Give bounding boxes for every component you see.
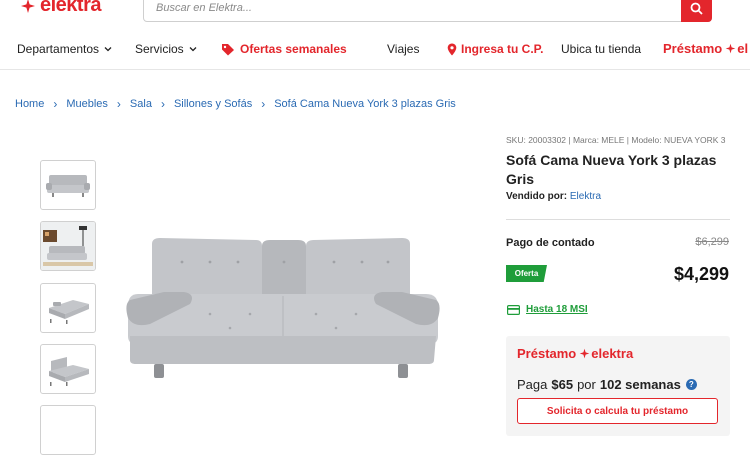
breadcrumb-product[interactable]: Sofá Cama Nueva York 3 plazas Gris: [274, 98, 456, 110]
credit-card-icon: [507, 304, 520, 315]
loan-brand: Préstamo elektra: [517, 346, 633, 361]
breadcrumb: Home › Muebles › Sala › Sillones y Sofás…: [15, 97, 456, 111]
sold-by: Vendido por: Elektra: [506, 191, 601, 202]
thumbnail-3[interactable]: [40, 283, 96, 333]
sofa-bed-thumbnail-image: [49, 300, 89, 324]
thumbnail-5[interactable]: [40, 405, 96, 455]
seller-link[interactable]: Elektra: [570, 191, 601, 202]
elektra-logo-icon: [725, 43, 736, 54]
thumbnail-4[interactable]: [40, 344, 96, 394]
breadcrumb-muebles[interactable]: Muebles: [66, 98, 108, 110]
sofa-room-thumbnail-image: [41, 222, 95, 270]
nav-viajes-label: Viajes: [387, 42, 420, 56]
nav-prestamo-brand: el: [737, 41, 749, 56]
product-title: Sofá Cama Nueva York 3 plazas Gris: [506, 152, 717, 187]
elektra-logo-icon: [579, 348, 590, 359]
search-input[interactable]: [144, 0, 664, 21]
thumbnail-1[interactable]: [40, 160, 96, 210]
breadcrumb-separator-icon: ›: [53, 97, 58, 111]
chevron-down-icon: [189, 47, 197, 52]
old-price: $6,299: [695, 236, 729, 248]
sofa-side-thumbnail-image: [49, 357, 89, 386]
loan-pay-label: Paga: [517, 377, 548, 392]
msi-link[interactable]: Hasta 18 MSI: [507, 304, 588, 315]
nav-ofertas-label: Ofertas semanales: [240, 42, 347, 56]
product-main-image: [126, 238, 440, 378]
loan-per-label: por: [577, 377, 596, 392]
location-pin-icon: [447, 43, 457, 55]
loan-brand-prefix: Préstamo: [517, 346, 577, 361]
loan-pay-amount: $65: [551, 377, 574, 392]
breadcrumb-sillones[interactable]: Sillones y Sofás: [174, 98, 252, 110]
elektra-logo[interactable]: elektra: [20, 0, 102, 17]
breadcrumb-home[interactable]: Home: [15, 98, 44, 110]
loan-panel: Préstamo elektra Paga $65 por 102 semana…: [506, 336, 730, 436]
payment-label: Pago de contado: [506, 237, 595, 249]
nav-servicios[interactable]: Servicios: [135, 42, 197, 56]
current-price: $4,299: [673, 264, 729, 284]
offer-badge: Oferta: [506, 265, 547, 282]
search-icon: [690, 2, 703, 15]
breadcrumb-sala[interactable]: Sala: [130, 98, 152, 110]
tag-icon: [222, 43, 234, 55]
nav-store-locator[interactable]: Ubica tu tienda: [561, 42, 641, 56]
search-box: [143, 0, 712, 22]
nav-viajes[interactable]: Viajes: [387, 42, 419, 56]
nav-departamentos-label: Departamentos: [17, 42, 100, 56]
nav-departamentos[interactable]: Departamentos: [17, 42, 112, 56]
msi-link-label: Hasta 18 MSI: [526, 304, 588, 315]
logo-text: elektra: [40, 0, 102, 16]
product-sku-line: SKU: 20003302 | Marca: MELE | Modelo: NU…: [506, 135, 726, 145]
loan-summary: Paga $65 por 102 semanas ?: [517, 377, 697, 392]
sofa-thumbnail-image: [46, 175, 90, 197]
top-bar: elektra: [0, 0, 750, 26]
nav-postal-code-label: Ingresa tu C.P.: [461, 42, 544, 56]
nav-prestamo-label: Préstamo: [663, 41, 723, 56]
chevron-down-icon: [104, 47, 112, 52]
nav-ofertas[interactable]: Ofertas semanales: [221, 42, 347, 56]
divider: [506, 219, 730, 220]
elektra-logo-icon: [21, 0, 35, 13]
breadcrumb-separator-icon: ›: [160, 97, 165, 111]
search-button[interactable]: [681, 0, 712, 22]
nav-prestamo[interactable]: Préstamo el: [663, 41, 748, 56]
help-icon[interactable]: ?: [685, 379, 697, 390]
breadcrumb-separator-icon: ›: [116, 97, 121, 111]
sold-by-label: Vendido por:: [506, 191, 568, 202]
main-nav: Departamentos Servicios Ofertas semanale…: [0, 30, 750, 70]
loan-weeks: 102 semanas: [599, 377, 681, 392]
loan-cta-button[interactable]: Solicita o calcula tu préstamo: [517, 398, 718, 424]
loan-brand-suffix: elektra: [591, 346, 634, 361]
breadcrumb-separator-icon: ›: [261, 97, 266, 111]
nav-servicios-label: Servicios: [135, 42, 184, 56]
nav-postal-code[interactable]: Ingresa tu C.P.: [447, 42, 543, 56]
thumbnail-2[interactable]: [40, 221, 96, 271]
nav-store-locator-label: Ubica tu tienda: [561, 42, 642, 56]
